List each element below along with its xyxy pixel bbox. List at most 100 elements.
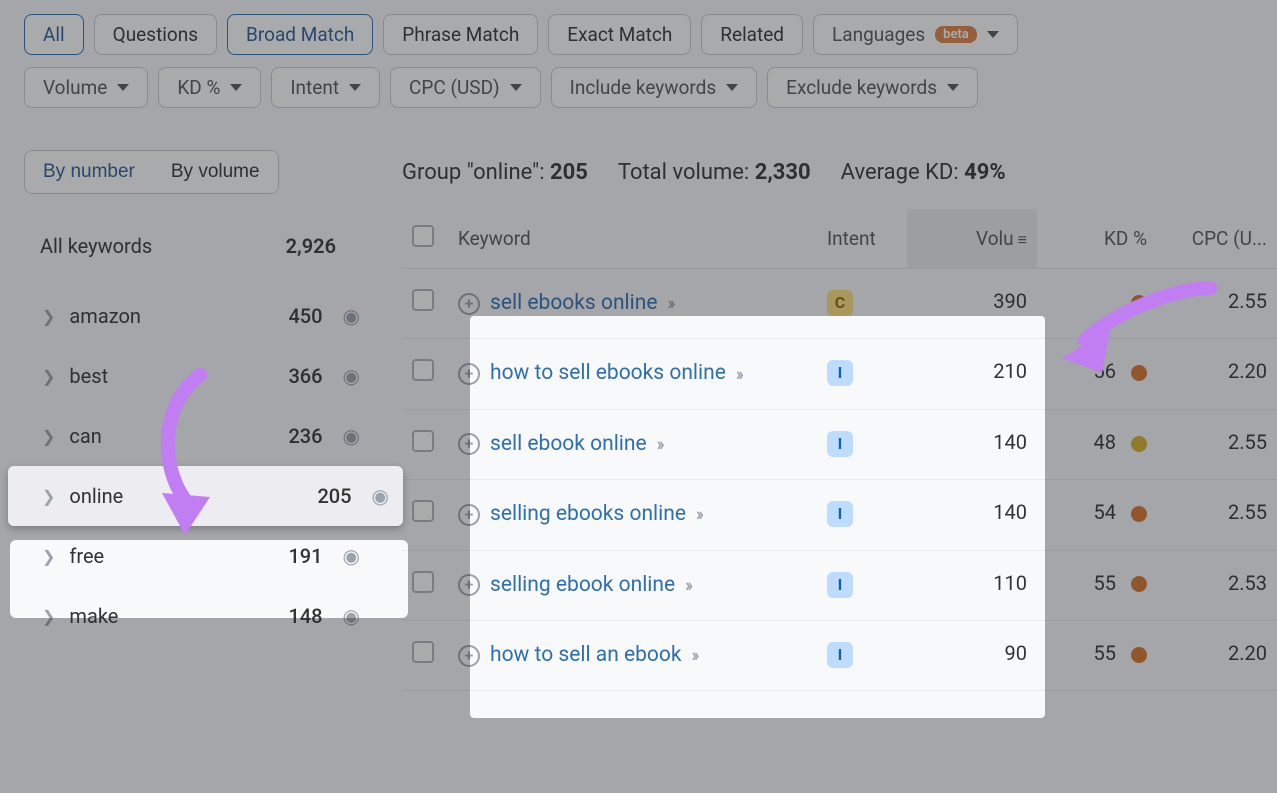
- sort-desc-icon: ≡: [1018, 230, 1027, 250]
- col-kd[interactable]: KD %: [1037, 209, 1157, 269]
- languages-button[interactable]: Languages beta: [813, 14, 1018, 55]
- group-count: 148: [288, 604, 328, 628]
- add-keyword-icon[interactable]: +: [458, 363, 480, 385]
- sidebar-group-make[interactable]: ❯make148◉: [24, 586, 374, 646]
- row-checkbox[interactable]: [412, 359, 434, 381]
- keyword-table: Keyword Intent Volu≡ KD % CPC (U... + sel…: [402, 209, 1277, 691]
- keyword-groups-sidebar: By number By volume All keywords 2,926 ❯…: [24, 150, 374, 691]
- group-label: free: [69, 544, 274, 568]
- filter-volume[interactable]: Volume: [24, 67, 148, 108]
- expand-icon[interactable]: ››: [657, 434, 662, 455]
- group-label: can: [69, 424, 274, 448]
- chevron-down-icon: [947, 84, 959, 91]
- sidebar-group-amazon[interactable]: ❯amazon450◉: [24, 286, 374, 346]
- col-volume[interactable]: Volu≡: [907, 209, 1037, 269]
- filter-intent[interactable]: Intent: [271, 67, 380, 108]
- select-all-checkbox[interactable]: [412, 225, 434, 247]
- add-keyword-icon[interactable]: +: [458, 504, 480, 526]
- keyword-link[interactable]: selling ebooks online: [490, 502, 686, 526]
- eye-icon[interactable]: ◉: [343, 426, 360, 446]
- row-checkbox[interactable]: [412, 571, 434, 593]
- beta-badge: beta: [935, 26, 977, 43]
- filter-kd[interactable]: KD %: [158, 67, 261, 108]
- expand-icon[interactable]: ››: [685, 575, 690, 596]
- row-checkbox[interactable]: [412, 430, 434, 452]
- expand-icon[interactable]: ››: [696, 504, 701, 525]
- match-broad[interactable]: Broad Match: [227, 14, 373, 55]
- row-checkbox[interactable]: [412, 641, 434, 663]
- table-row: +how to sell an ebook››I9055 2.20: [402, 620, 1277, 690]
- eye-icon[interactable]: ◉: [343, 606, 360, 626]
- col-intent[interactable]: Intent: [817, 209, 907, 269]
- chevron-right-icon: ❯: [42, 427, 55, 446]
- match-phrase[interactable]: Phrase Match: [383, 14, 538, 55]
- all-keywords-label: All keywords: [40, 234, 152, 258]
- table-row: +how to sell ebooks online››I21056 2.20: [402, 339, 1277, 409]
- volume-cell: 90: [907, 620, 1037, 690]
- add-keyword-icon[interactable]: +: [458, 293, 480, 315]
- keyword-link[interactable]: selling ebook online: [490, 573, 675, 597]
- eye-icon[interactable]: ◉: [372, 486, 389, 506]
- table-row: +selling ebooks online››I14054 2.55: [402, 480, 1277, 550]
- group-label: best: [69, 364, 274, 388]
- seg-by-volume[interactable]: By volume: [153, 151, 278, 193]
- keyword-link[interactable]: how to sell an ebook: [490, 643, 682, 667]
- expand-icon[interactable]: ››: [668, 293, 673, 314]
- intent-badge: I: [827, 642, 853, 668]
- match-questions[interactable]: Questions: [94, 14, 217, 55]
- group-count: 236: [288, 424, 328, 448]
- filters-row: Volume KD % Intent CPC (USD) Include key…: [0, 55, 1277, 122]
- match-related[interactable]: Related: [701, 14, 803, 55]
- expand-icon[interactable]: ››: [736, 364, 741, 385]
- chevron-right-icon: ❯: [42, 367, 55, 386]
- kd-cell: 54: [1037, 480, 1157, 550]
- eye-icon[interactable]: ◉: [343, 366, 360, 386]
- chevron-down-icon: [117, 84, 129, 91]
- kd-cell: 55: [1037, 550, 1157, 620]
- sidebar-group-free[interactable]: ❯free191◉: [24, 526, 374, 586]
- sidebar-group-can[interactable]: ❯ can 236 ◉: [24, 406, 374, 466]
- keyword-link[interactable]: sell ebook online: [490, 432, 647, 456]
- add-keyword-icon[interactable]: +: [458, 645, 480, 667]
- col-keyword[interactable]: Keyword: [448, 209, 817, 269]
- match-type-row: All Questions Broad Match Phrase Match E…: [0, 0, 1277, 55]
- seg-by-number[interactable]: By number: [25, 151, 153, 193]
- group-count: 366: [288, 364, 328, 388]
- match-exact[interactable]: Exact Match: [548, 14, 691, 55]
- eye-icon[interactable]: ◉: [343, 546, 360, 566]
- col-cpc[interactable]: CPC (U...: [1157, 209, 1277, 269]
- expand-icon[interactable]: ››: [692, 645, 697, 666]
- intent-badge: I: [827, 572, 853, 598]
- intent-badge: I: [827, 501, 853, 527]
- filter-exclude[interactable]: Exclude keywords: [767, 67, 978, 108]
- kd-cell: 56: [1037, 339, 1157, 409]
- row-checkbox[interactable]: [412, 289, 434, 311]
- sidebar-group-online[interactable]: ❯online205◉: [8, 466, 403, 526]
- intent-badge: I: [827, 360, 853, 386]
- chevron-down-icon: [987, 31, 999, 38]
- match-all[interactable]: All: [24, 14, 84, 55]
- group-label: online: [69, 484, 303, 508]
- eye-icon[interactable]: ◉: [343, 306, 360, 326]
- chevron-right-icon: ❯: [42, 547, 55, 566]
- all-keywords-count: 2,926: [286, 234, 336, 258]
- kd-cell: 55: [1037, 620, 1157, 690]
- group-count: 205: [317, 484, 357, 508]
- table-row: +selling ebook online››I11055 2.53: [402, 550, 1277, 620]
- keyword-link[interactable]: how to sell ebooks online: [490, 361, 726, 385]
- filter-cpc[interactable]: CPC (USD): [390, 67, 541, 108]
- chevron-down-icon: [726, 84, 738, 91]
- cpc-cell: 2.53: [1157, 550, 1277, 620]
- keyword-link[interactable]: sell ebooks online: [490, 291, 658, 315]
- keyword-table-panel: Group "online": 205 Total volume: 2,330 …: [402, 150, 1277, 691]
- group-count: 450: [288, 304, 328, 328]
- group-summary: Group "online": 205 Total volume: 2,330 …: [402, 150, 1277, 209]
- filter-include[interactable]: Include keywords: [551, 67, 758, 108]
- cpc-cell: 2.55: [1157, 409, 1277, 479]
- group-label: amazon: [69, 304, 274, 328]
- row-checkbox[interactable]: [412, 500, 434, 522]
- add-keyword-icon[interactable]: +: [458, 574, 480, 596]
- sidebar-group-best[interactable]: ❯ best 366 ◉: [24, 346, 374, 406]
- all-keywords-row[interactable]: All keywords 2,926: [24, 222, 374, 286]
- add-keyword-icon[interactable]: +: [458, 433, 480, 455]
